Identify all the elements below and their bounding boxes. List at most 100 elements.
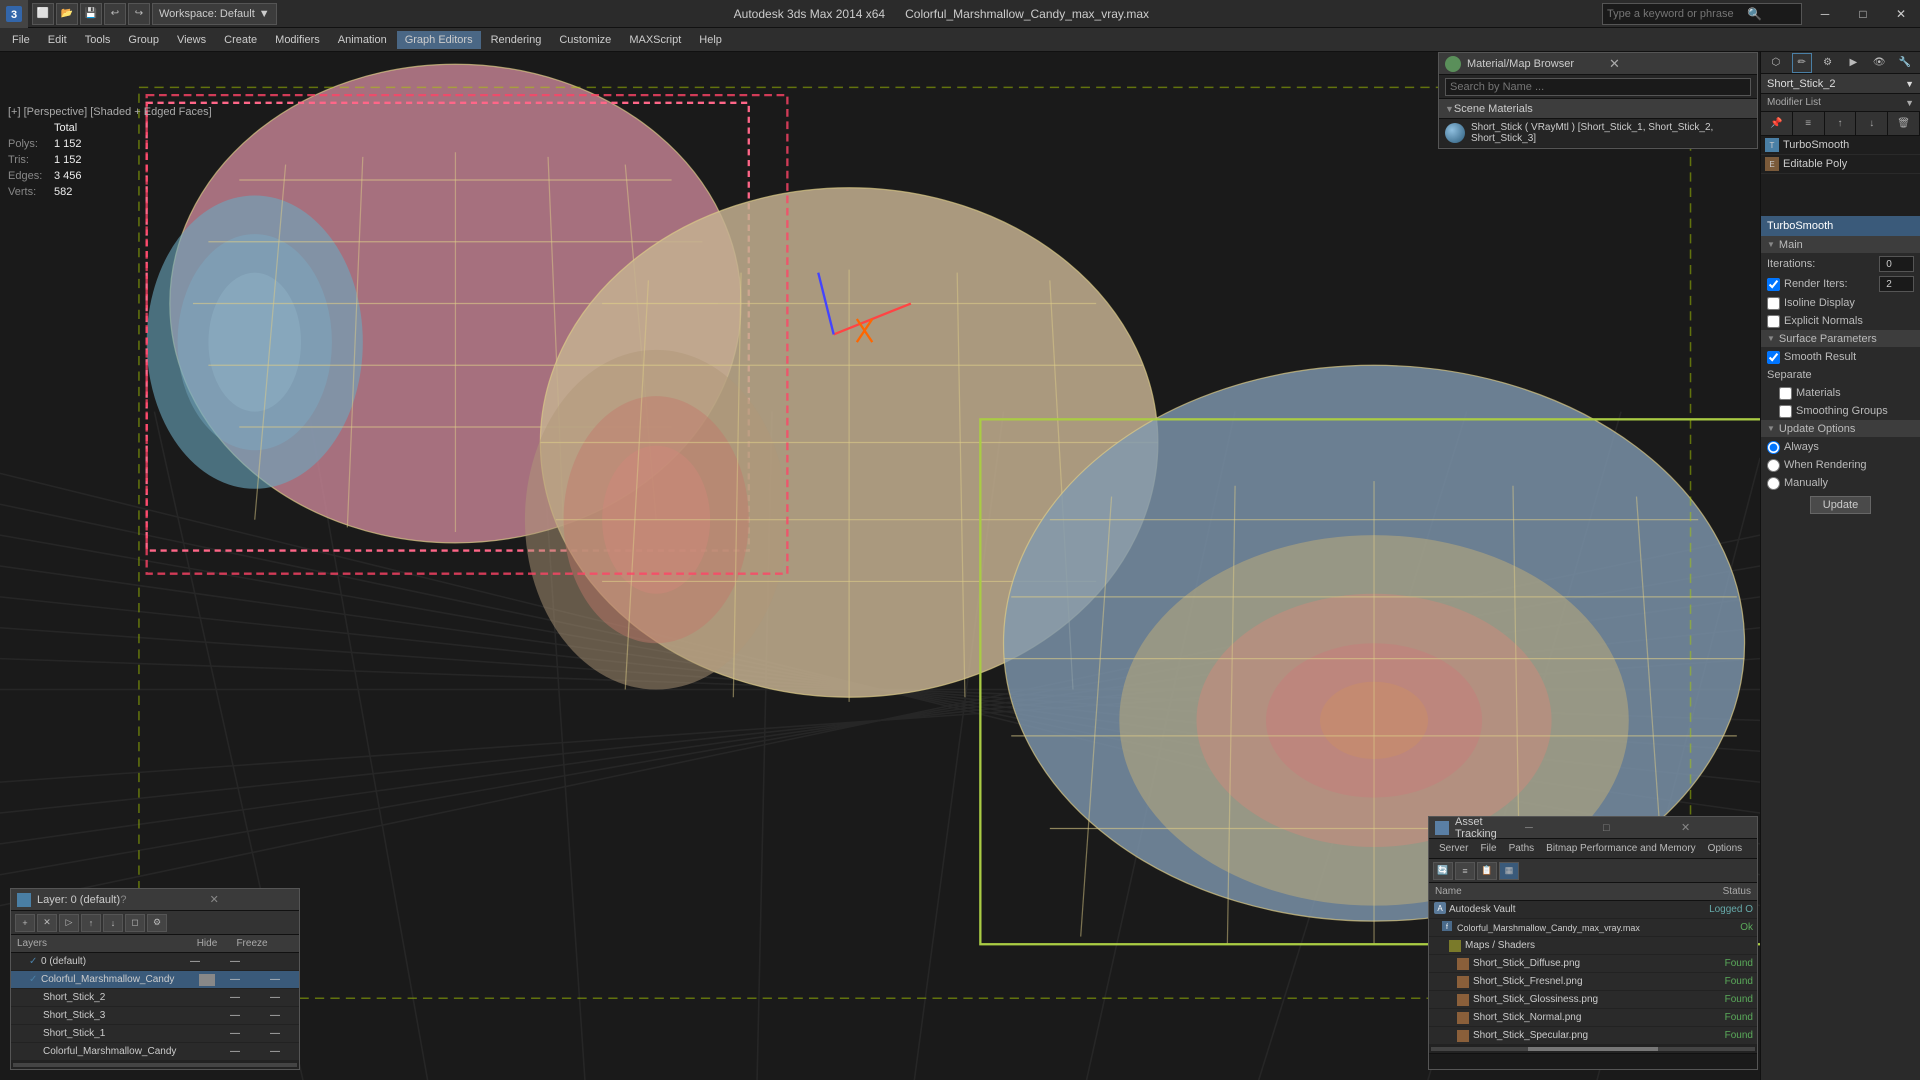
asset-minimize-btn[interactable]: ─ <box>1525 822 1595 834</box>
menu-create[interactable]: Create <box>216 31 265 49</box>
modifier-turbosmooth[interactable]: T TurboSmooth <box>1761 136 1920 155</box>
isoline-checkbox[interactable] <box>1767 297 1780 310</box>
workspace-selector[interactable]: Workspace: Default ▼ <box>152 3 277 25</box>
menu-help[interactable]: Help <box>691 31 730 49</box>
when-rendering-radio[interactable] <box>1767 459 1780 472</box>
undo-btn[interactable]: ↩ <box>104 3 126 25</box>
asset-btn-3[interactable]: 📋 <box>1477 862 1497 880</box>
mat-search-input[interactable] <box>1445 78 1751 96</box>
mod-delete[interactable]: 🗑 <box>1888 112 1920 135</box>
minimize-btn[interactable]: ─ <box>1806 0 1844 28</box>
menu-group[interactable]: Group <box>120 31 167 49</box>
modify-icon active[interactable]: ✏ <box>1792 53 1812 73</box>
layer-row-colorful[interactable]: ✓ Colorful_Marshmallow_Candy — — <box>11 971 299 989</box>
materials-label: Materials <box>1796 387 1914 399</box>
layer-settings-btn[interactable]: ⚙ <box>147 914 167 932</box>
layer-new-btn[interactable]: + <box>15 914 35 932</box>
maximize-btn[interactable]: □ <box>1844 0 1882 28</box>
asset-row-specular[interactable]: Short_Stick_Specular.png Found <box>1429 1027 1757 1045</box>
asset-btn-4[interactable]: ▦ <box>1499 862 1519 880</box>
always-radio[interactable] <box>1767 441 1780 454</box>
menu-maxscript[interactable]: MAXScript <box>621 31 689 49</box>
smoothing-groups-checkbox[interactable] <box>1779 405 1792 418</box>
save-btn[interactable]: 💾 <box>80 3 102 25</box>
asset-row-normal[interactable]: Short_Stick_Normal.png Found <box>1429 1009 1757 1027</box>
asset-menu-file[interactable]: File <box>1474 841 1502 856</box>
update-button[interactable]: Update <box>1810 496 1871 514</box>
menu-edit[interactable]: Edit <box>40 31 75 49</box>
create-icon[interactable]: ⬡ <box>1766 53 1786 73</box>
asset-maximize-btn[interactable]: □ <box>1603 822 1673 834</box>
asset-btn-1[interactable]: 🔄 <box>1433 862 1453 880</box>
explicit-normals-checkbox[interactable] <box>1767 315 1780 328</box>
modifier-editable-poly[interactable]: E Editable Poly <box>1761 155 1920 174</box>
menu-modifiers[interactable]: Modifiers <box>267 31 328 49</box>
layer-row-stick2[interactable]: Short_Stick_2 — — <box>11 989 299 1007</box>
new-btn[interactable]: ⬜ <box>32 3 54 25</box>
asset-menu-server[interactable]: Server <box>1433 841 1474 856</box>
layers-close[interactable]: ✕ <box>210 893 293 906</box>
asset-btn-2[interactable]: ≡ <box>1455 862 1475 880</box>
layer-row-stick3[interactable]: Short_Stick_3 — — <box>11 1007 299 1025</box>
materials-checkbox[interactable] <box>1779 387 1792 400</box>
iterations-spinbox[interactable] <box>1879 256 1914 272</box>
asset-scrollbar-h[interactable] <box>1429 1045 1757 1053</box>
scene-materials-header[interactable]: Scene Materials <box>1439 99 1757 119</box>
asset-row-file[interactable]: f Colorful_Marshmallow_Candy_max_vray.ma… <box>1429 919 1757 937</box>
layer-row-candy2[interactable]: Colorful_Marshmallow_Candy — — <box>11 1043 299 1061</box>
menu-tools[interactable]: Tools <box>77 31 119 49</box>
modifier-list-btn[interactable]: ≡ <box>1793 112 1825 135</box>
layers-help[interactable]: ? <box>120 894 203 906</box>
display-icon[interactable]: 👁 <box>1869 53 1889 73</box>
asset-close-btn[interactable]: ✕ <box>1681 821 1751 834</box>
menu-animation[interactable]: Animation <box>330 31 395 49</box>
smooth-result-checkbox[interactable] <box>1767 351 1780 364</box>
search-icon[interactable]: 🔍 <box>1747 7 1762 21</box>
layer-delete-btn[interactable]: ✕ <box>37 914 57 932</box>
hierarchy-icon[interactable]: ⚙ <box>1818 53 1838 73</box>
right-panel-icons: ⬡ ✏ ⚙ ▶ 👁 🔧 <box>1761 52 1920 74</box>
asset-row-diffuse[interactable]: Short_Stick_Diffuse.png Found <box>1429 955 1757 973</box>
utilities-icon[interactable]: 🔧 <box>1895 53 1915 73</box>
section-surface-params[interactable]: Surface Parameters <box>1761 330 1920 348</box>
mod-arrow-down[interactable]: ↓ <box>1856 112 1888 135</box>
layer-move-down-btn[interactable]: ↓ <box>103 914 123 932</box>
render-iters-spinbox[interactable] <box>1879 276 1914 292</box>
menu-graph-editors[interactable]: Graph Editors <box>397 31 481 49</box>
render-iters-checkbox[interactable] <box>1767 278 1780 291</box>
menu-rendering[interactable]: Rendering <box>483 31 550 49</box>
layer-select-btn[interactable]: ◻ <box>125 914 145 932</box>
material-item[interactable]: Short_Stick ( VRayMtl ) [Short_Stick_1, … <box>1439 119 1757 148</box>
search-input[interactable] <box>1607 8 1747 20</box>
layer-add-btn[interactable]: ▷ <box>59 914 79 932</box>
material-browser-close[interactable]: ✕ <box>1609 56 1751 72</box>
mod-arrow-up[interactable]: ↑ <box>1825 112 1857 135</box>
asset-row-glossiness[interactable]: Short_Stick_Glossiness.png Found <box>1429 991 1757 1009</box>
asset-row-vault[interactable]: A Autodesk Vault Logged O <box>1429 901 1757 919</box>
layer-row-stick1[interactable]: Short_Stick_1 — — <box>11 1025 299 1043</box>
layers-scrollbar[interactable] <box>11 1061 299 1069</box>
menu-customize[interactable]: Customize <box>551 31 619 49</box>
asset-menu-bitmap[interactable]: Bitmap Performance and Memory <box>1540 841 1702 856</box>
pin-btn[interactable]: 📌 <box>1761 112 1793 135</box>
asset-menu-paths[interactable]: Paths <box>1503 841 1541 856</box>
asset-menu-options[interactable]: Options <box>1702 841 1748 856</box>
open-btn[interactable]: 📂 <box>56 3 78 25</box>
motion-icon[interactable]: ▶ <box>1843 53 1863 73</box>
menu-file[interactable]: File <box>4 31 38 49</box>
turbosmooth-header[interactable]: TurboSmooth <box>1761 216 1920 236</box>
asset-row-fresnel[interactable]: Short_Stick_Fresnel.png Found <box>1429 973 1757 991</box>
section-update-options[interactable]: Update Options <box>1761 420 1920 438</box>
asset-scrollbar-track[interactable] <box>1431 1047 1755 1051</box>
material-browser-header[interactable]: Material/Map Browser ✕ <box>1439 53 1757 75</box>
layer-move-btn[interactable]: ↑ <box>81 914 101 932</box>
redo-btn[interactable]: ↪ <box>128 3 150 25</box>
menu-views[interactable]: Views <box>169 31 214 49</box>
asset-row-folder[interactable]: Maps / Shaders <box>1429 937 1757 955</box>
asset-scrollbar-thumb[interactable] <box>1528 1047 1658 1051</box>
section-main[interactable]: Main <box>1761 236 1920 254</box>
layers-scrollbar-track[interactable] <box>13 1063 297 1067</box>
layer-row-0[interactable]: ✓ 0 (default) — — <box>11 953 299 971</box>
close-btn[interactable]: ✕ <box>1882 0 1920 28</box>
manually-radio[interactable] <box>1767 477 1780 490</box>
